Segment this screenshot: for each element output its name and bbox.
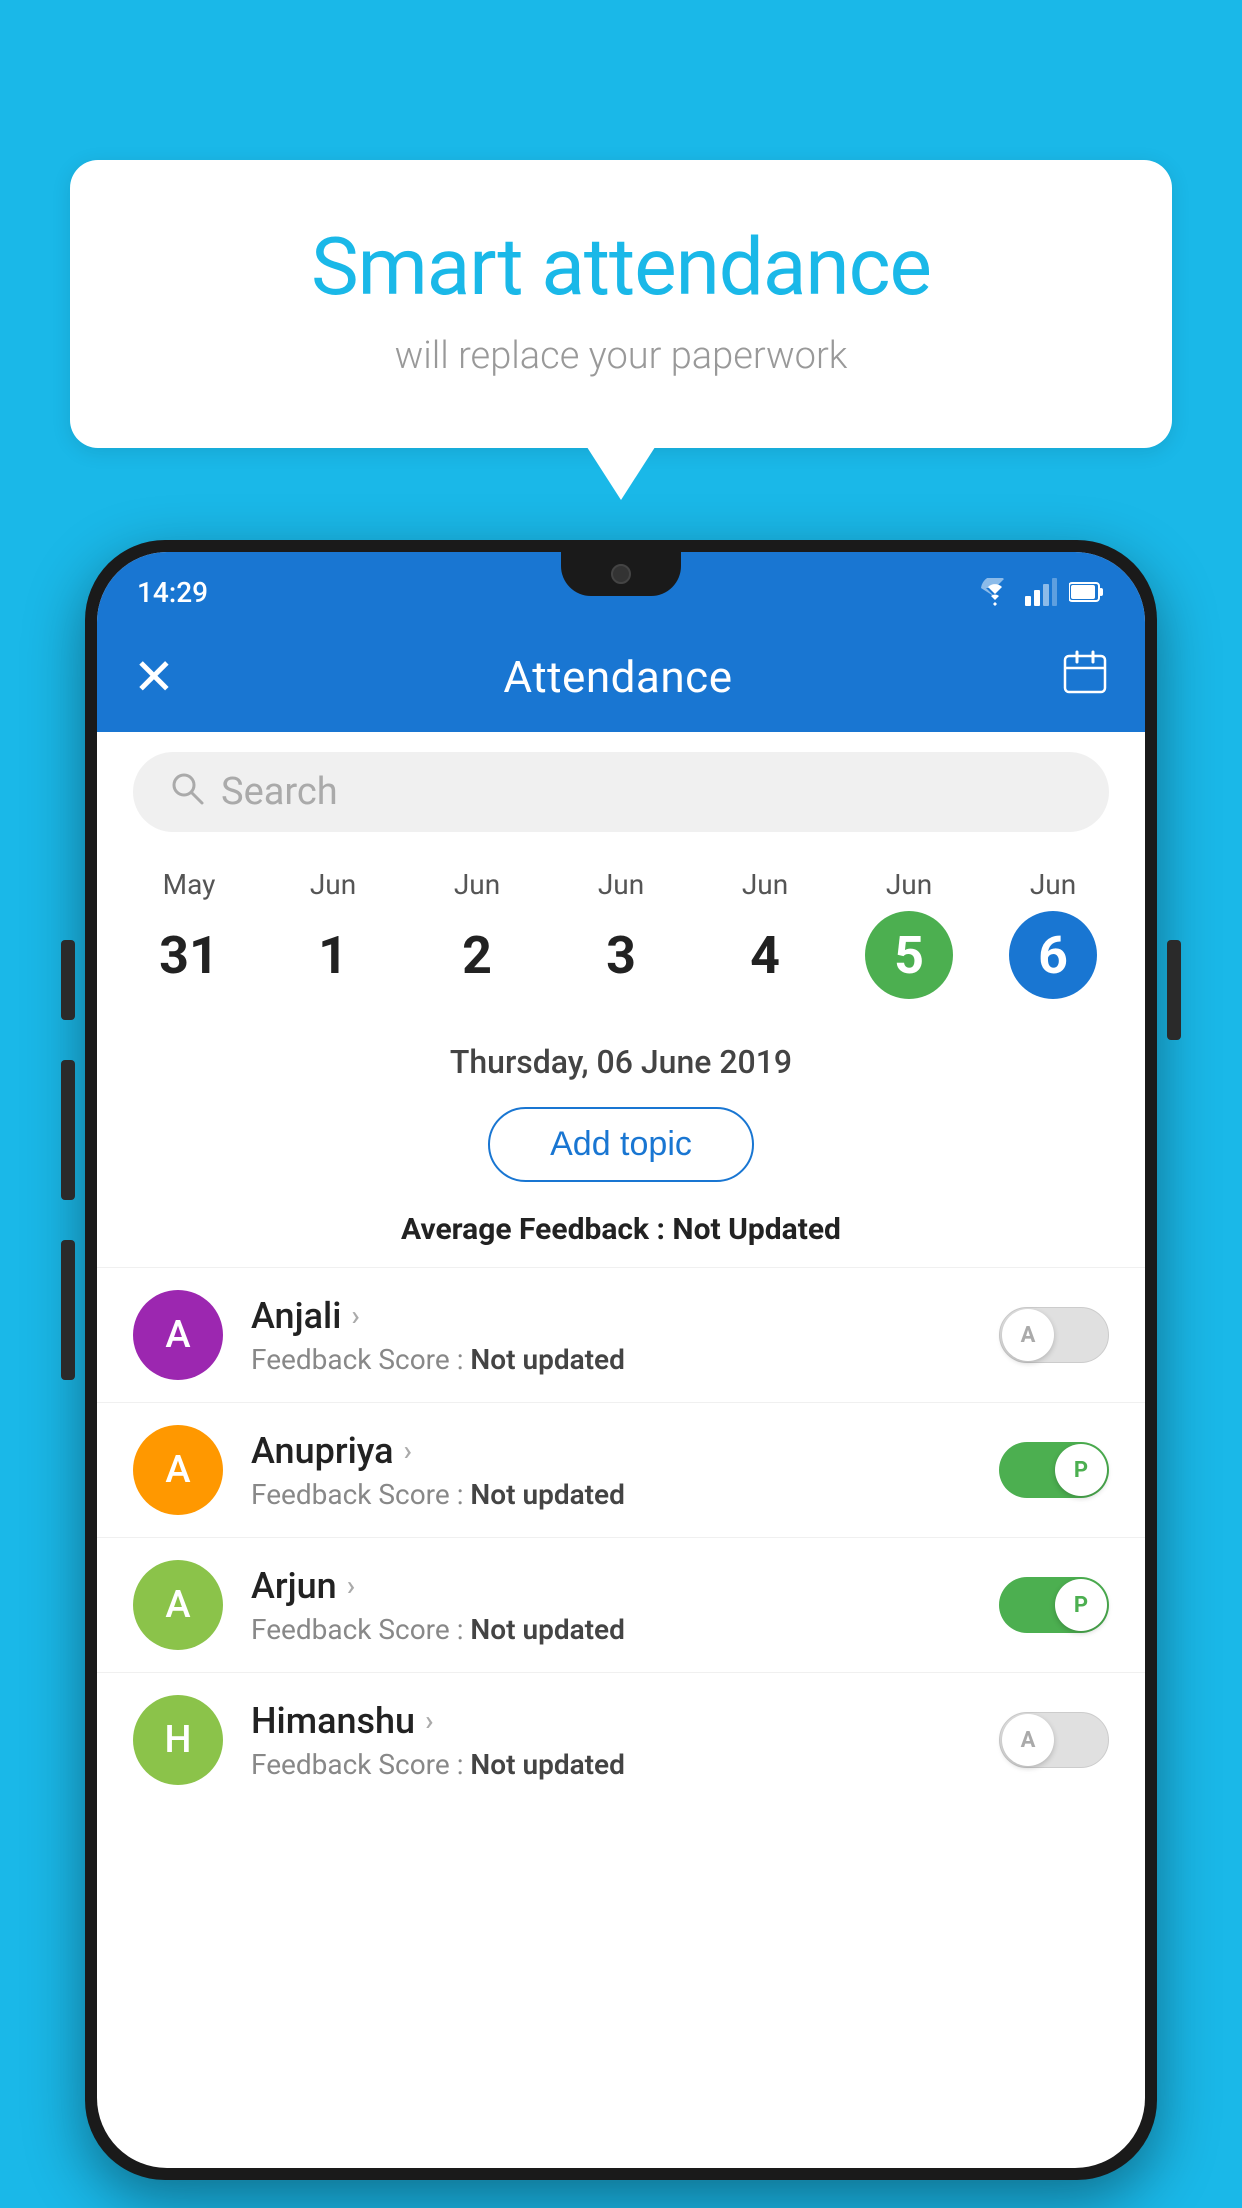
avatar: A bbox=[133, 1560, 223, 1650]
left-button-vol-down bbox=[61, 1240, 75, 1380]
avg-feedback-label: Average Feedback : bbox=[401, 1212, 672, 1247]
student-list: AAnjali ›Feedback Score : Not updatedAAA… bbox=[97, 1267, 1145, 1807]
bubble-subtitle: will replace your paperwork bbox=[150, 334, 1092, 378]
attendance-toggle[interactable]: A bbox=[999, 1307, 1109, 1363]
calendar-day[interactable]: Jun 3 bbox=[566, 868, 676, 1019]
signal-icon bbox=[1025, 578, 1057, 606]
chevron-icon: › bbox=[404, 1434, 412, 1467]
cal-month-label: Jun bbox=[886, 868, 932, 901]
search-bar[interactable]: Search bbox=[133, 752, 1109, 832]
status-icons bbox=[977, 578, 1105, 606]
cal-day-number: 5 bbox=[865, 911, 953, 999]
speech-bubble-container: Smart attendance will replace your paper… bbox=[70, 160, 1172, 448]
cal-day-number: 6 bbox=[1009, 911, 1097, 999]
search-icon bbox=[169, 770, 205, 815]
student-item[interactable]: A Anupriya › Feedback Score : Not updated P bbox=[97, 1402, 1145, 1537]
selected-date: Thursday, 06 June 2019 bbox=[97, 1019, 1145, 1097]
cal-month-label: May bbox=[163, 868, 216, 901]
avatar: H bbox=[133, 1695, 223, 1785]
status-time: 14:29 bbox=[137, 576, 208, 609]
cal-day-number: 4 bbox=[721, 911, 809, 999]
add-topic-button[interactable]: Add topic bbox=[488, 1107, 754, 1182]
cal-month-label: Jun bbox=[1030, 868, 1076, 901]
bubble-title: Smart attendance bbox=[150, 220, 1092, 314]
phone-notch bbox=[561, 552, 681, 596]
chevron-icon: › bbox=[351, 1299, 359, 1332]
student-info: Anupriya › Feedback Score : Not updated bbox=[251, 1430, 971, 1511]
student-info: Anjali › Feedback Score : Not updated bbox=[251, 1295, 971, 1376]
avatar: A bbox=[133, 1425, 223, 1515]
cal-day-number: 31 bbox=[145, 911, 233, 999]
calendar-day[interactable]: May 31 bbox=[134, 868, 244, 1019]
attendance-toggle[interactable]: P bbox=[999, 1577, 1109, 1633]
calendar-day[interactable]: Jun 6 bbox=[998, 868, 1108, 1019]
feedback-score: Feedback Score : Not updated bbox=[251, 1343, 971, 1376]
cal-month-label: Jun bbox=[598, 868, 644, 901]
front-camera bbox=[611, 564, 631, 584]
app-bar: ✕ Attendance bbox=[97, 622, 1145, 732]
feedback-score: Feedback Score : Not updated bbox=[251, 1748, 971, 1781]
speech-bubble: Smart attendance will replace your paper… bbox=[70, 160, 1172, 448]
calendar-day[interactable]: Jun 1 bbox=[278, 868, 388, 1019]
student-item[interactable]: H Himanshu › Feedback Score : Not updated A bbox=[97, 1672, 1145, 1807]
calendar-day[interactable]: Jun 2 bbox=[422, 868, 532, 1019]
attendance-toggle[interactable]: P bbox=[999, 1442, 1109, 1498]
student-name: Arjun › bbox=[251, 1565, 971, 1607]
phone-outer: 14:29 bbox=[85, 540, 1157, 2180]
student-name: Himanshu › bbox=[251, 1700, 971, 1742]
avg-feedback-value: Not Updated bbox=[672, 1212, 841, 1247]
avg-feedback: Average Feedback : Not Updated bbox=[97, 1202, 1145, 1267]
side-button-power bbox=[1167, 940, 1181, 1040]
phone-frame: 14:29 bbox=[85, 540, 1157, 2208]
cal-day-number: 2 bbox=[433, 911, 521, 999]
add-topic-container: Add topic bbox=[97, 1097, 1145, 1202]
student-info: Himanshu › Feedback Score : Not updated bbox=[251, 1700, 971, 1781]
student-item[interactable]: A Arjun › Feedback Score : Not updated P bbox=[97, 1537, 1145, 1672]
avatar: A bbox=[133, 1290, 223, 1380]
student-info: Arjun › Feedback Score : Not updated bbox=[251, 1565, 971, 1646]
feedback-score: Feedback Score : Not updated bbox=[251, 1613, 971, 1646]
phone-screen: 14:29 bbox=[97, 552, 1145, 2168]
cal-day-number: 1 bbox=[289, 911, 377, 999]
chevron-icon: › bbox=[425, 1704, 433, 1737]
toggle-knob: A bbox=[1002, 1714, 1054, 1766]
wifi-icon bbox=[977, 578, 1013, 606]
toggle-knob: P bbox=[1055, 1444, 1107, 1496]
student-name: Anjali › bbox=[251, 1295, 971, 1337]
search-placeholder: Search bbox=[221, 770, 338, 814]
toggle-knob: A bbox=[1002, 1309, 1054, 1361]
feedback-score: Feedback Score : Not updated bbox=[251, 1478, 971, 1511]
battery-icon bbox=[1069, 581, 1105, 603]
app-bar-title: Attendance bbox=[503, 651, 732, 703]
close-button[interactable]: ✕ bbox=[133, 648, 175, 707]
cal-month-label: Jun bbox=[454, 868, 500, 901]
cal-month-label: Jun bbox=[310, 868, 356, 901]
cal-month-label: Jun bbox=[742, 868, 788, 901]
calendar-icon-button[interactable] bbox=[1061, 648, 1109, 706]
left-button-1 bbox=[61, 940, 75, 1020]
attendance-toggle[interactable]: A bbox=[999, 1712, 1109, 1768]
search-container: Search bbox=[97, 732, 1145, 848]
toggle-knob: P bbox=[1055, 1579, 1107, 1631]
left-button-vol-up bbox=[61, 1060, 75, 1200]
chevron-icon: › bbox=[347, 1569, 355, 1602]
cal-day-number: 3 bbox=[577, 911, 665, 999]
student-item[interactable]: A Anjali › Feedback Score : Not updated A bbox=[97, 1267, 1145, 1402]
calendar-day[interactable]: Jun 4 bbox=[710, 868, 820, 1019]
student-name: Anupriya › bbox=[251, 1430, 971, 1472]
calendar-day[interactable]: Jun 5 bbox=[854, 868, 964, 1019]
calendar-strip: May 31 Jun 1 Jun 2 Jun 3 Jun 4 Jun 5 Jun 6 bbox=[97, 848, 1145, 1019]
